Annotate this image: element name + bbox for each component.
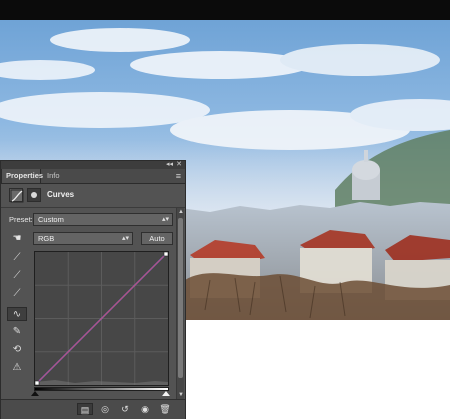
curves-graph[interactable] bbox=[34, 251, 169, 386]
tab-info-label: Info bbox=[47, 171, 60, 180]
reset-icon[interactable]: ↺ bbox=[117, 403, 133, 415]
panel-menu-icon[interactable]: ≡ bbox=[176, 170, 181, 182]
curve-point-black[interactable] bbox=[35, 380, 40, 385]
eyedropper-white-icon[interactable]: ⟋ bbox=[7, 287, 27, 301]
curves-adjustment-icon[interactable] bbox=[9, 188, 24, 203]
auto-button[interactable]: Auto bbox=[141, 232, 173, 245]
properties-panel: ◂◂ ✕ Properties Info ≡ Curves Preset: Cu… bbox=[0, 160, 186, 419]
input-gradient-bar bbox=[34, 387, 169, 391]
tab-properties-label: Properties bbox=[6, 171, 44, 180]
curve-point-white[interactable] bbox=[163, 252, 168, 257]
properties-scrollbar[interactable]: ▲ ▼ bbox=[176, 208, 184, 399]
channel-row: ☚ RGB ▴▾ Auto bbox=[9, 232, 174, 246]
view-previous-state-icon[interactable]: ◎ bbox=[97, 403, 113, 415]
white-point-slider[interactable] bbox=[162, 391, 170, 396]
visibility-icon[interactable]: ◉ bbox=[137, 403, 153, 415]
scroll-down-icon[interactable]: ▼ bbox=[178, 391, 184, 399]
pencil-icon[interactable]: ✎ bbox=[7, 325, 27, 339]
scroll-up-icon[interactable]: ▲ bbox=[178, 208, 184, 216]
channel-value: RGB bbox=[38, 234, 55, 243]
chevron-updown-icon: ▴▾ bbox=[121, 235, 129, 242]
preset-label: Preset: bbox=[9, 215, 33, 224]
clip-to-layer-icon[interactable]: ▤ bbox=[77, 403, 93, 415]
on-image-adjustment-hand-icon[interactable]: ☚ bbox=[9, 232, 25, 246]
panel-title-bar: ◂◂ ✕ bbox=[1, 161, 185, 169]
layer-mask-icon[interactable] bbox=[27, 188, 41, 202]
curves-tools: ⟋ ⟋ ⟋ ∿ ✎ ⟲ ⚠ bbox=[7, 251, 27, 373]
collapse-panel-button[interactable]: ◂◂ bbox=[166, 161, 173, 169]
scroll-thumb[interactable] bbox=[178, 218, 183, 378]
photoshop-workspace: ◂◂ ✕ Properties Info ≡ Curves Preset: Cu… bbox=[0, 0, 450, 419]
black-point-slider[interactable] bbox=[31, 391, 39, 396]
close-panel-button[interactable]: ✕ bbox=[176, 161, 182, 169]
curves-adjustment-icon-graphic bbox=[10, 189, 24, 203]
curves-graph-svg bbox=[35, 252, 168, 385]
preset-row: Preset: Custom ▴▾ bbox=[9, 213, 174, 227]
chevron-updown-icon: ▴▾ bbox=[161, 216, 169, 223]
curve-tool-icon[interactable]: ∿ bbox=[7, 307, 27, 321]
smooth-icon[interactable]: ⟲ bbox=[7, 343, 27, 357]
preset-value: Custom bbox=[38, 215, 64, 224]
tab-properties[interactable]: Properties bbox=[1, 169, 44, 183]
adjustment-title: Curves bbox=[47, 190, 75, 199]
panel-tabs: Properties Info ≡ bbox=[1, 169, 185, 184]
trash-icon[interactable]: 🗑 bbox=[157, 403, 173, 415]
eyedropper-gray-icon[interactable]: ⟋ bbox=[7, 269, 27, 283]
properties-header: Curves bbox=[1, 184, 185, 206]
tab-info[interactable]: Info bbox=[43, 169, 67, 183]
header-divider bbox=[1, 207, 185, 208]
properties-bottom-toolbar: ▤ ◎ ↺ ◉ 🗑 bbox=[1, 399, 185, 419]
eyedropper-icon[interactable]: ⟋ bbox=[7, 251, 27, 265]
clipping-warning-icon[interactable]: ⚠ bbox=[7, 361, 27, 375]
channel-dropdown[interactable]: RGB ▴▾ bbox=[33, 232, 133, 245]
preset-dropdown[interactable]: Custom ▴▾ bbox=[33, 213, 173, 226]
